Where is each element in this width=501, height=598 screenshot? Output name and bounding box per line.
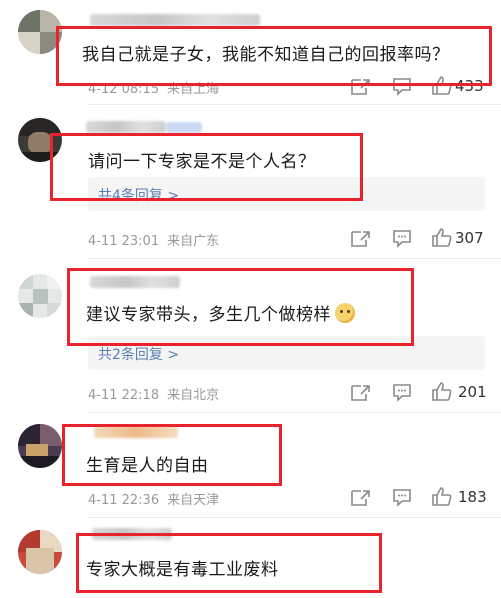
- highlight-box: [56, 26, 492, 86]
- highlight-box: [76, 533, 382, 593]
- divider: [88, 258, 501, 259]
- comment-meta: 4-11 22:36 来自天津: [88, 489, 219, 508]
- comment-meta: 4-11 23:01 来自广东: [88, 230, 219, 249]
- avatar[interactable]: [18, 530, 62, 574]
- like-count: 201: [458, 383, 487, 401]
- thumbs-up-icon[interactable]: [431, 228, 453, 248]
- divider: [88, 517, 501, 518]
- comment-icon[interactable]: [391, 228, 413, 248]
- like-count: 183: [458, 488, 487, 506]
- comment-meta: 4-11 22:18 来自北京: [88, 384, 219, 403]
- comment-date: 4-11 22:18: [88, 388, 160, 403]
- share-icon[interactable]: [349, 228, 371, 248]
- comment-icon[interactable]: [391, 382, 413, 402]
- comment-location: 来自北京: [167, 388, 220, 403]
- like-count: 307: [455, 229, 484, 247]
- thumbs-up-icon[interactable]: [431, 382, 453, 402]
- share-icon[interactable]: [349, 487, 371, 507]
- comment-date: 4-11 23:01: [88, 234, 160, 249]
- comment-location: 来自广东: [167, 234, 220, 249]
- highlight-box: [62, 424, 282, 486]
- comment-date: 4-11 22:36: [88, 493, 160, 508]
- avatar[interactable]: [18, 274, 62, 318]
- username-blurred[interactable]: [90, 14, 260, 26]
- avatar[interactable]: [18, 424, 62, 468]
- highlight-box: [50, 133, 363, 201]
- comment-location: 来自天津: [167, 493, 220, 508]
- comment-icon[interactable]: [391, 487, 413, 507]
- replies-count[interactable]: 共2条回复 >: [98, 344, 179, 364]
- divider: [88, 412, 501, 413]
- thumbs-up-icon[interactable]: [431, 487, 453, 507]
- highlight-box: [67, 268, 414, 346]
- user-badge-blurred: [166, 122, 202, 133]
- username-blurred[interactable]: [86, 121, 166, 133]
- share-icon[interactable]: [349, 382, 371, 402]
- divider: [88, 104, 501, 105]
